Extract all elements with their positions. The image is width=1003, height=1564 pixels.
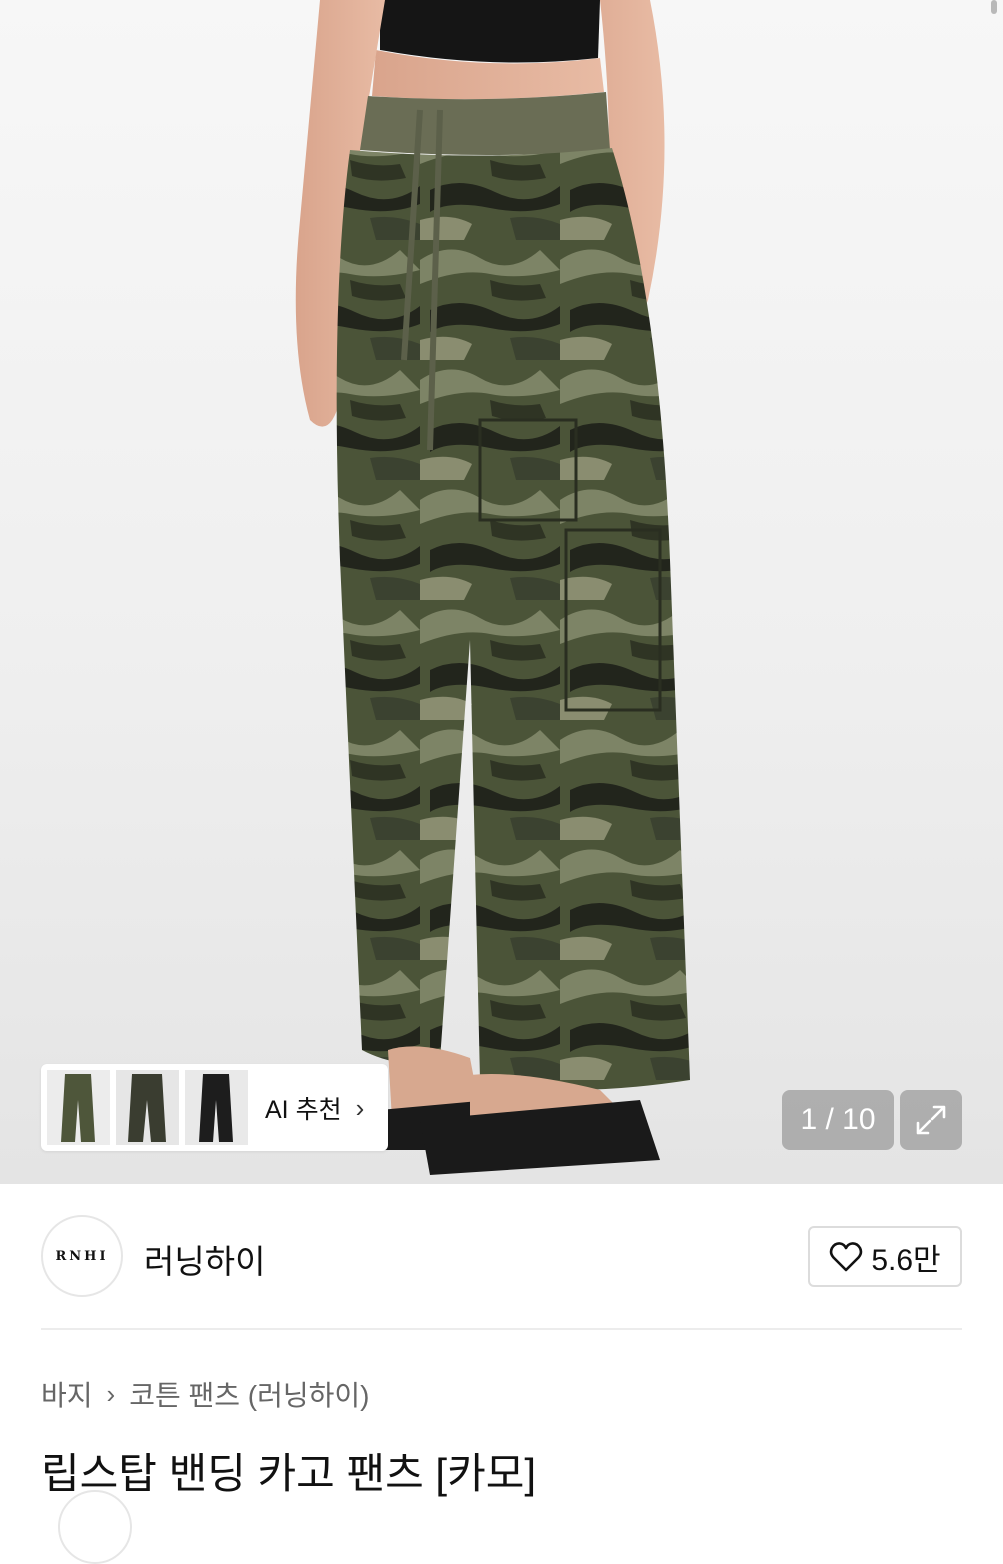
heart-outline-icon [830, 1241, 863, 1271]
product-image-gallery[interactable]: AI 추천 › 1 / 10 [0, 0, 1003, 1184]
ai-recommend-strip[interactable]: AI 추천 › [41, 1064, 388, 1151]
product-title: 립스탑 밴딩 카고 팬츠 [카모] [41, 1450, 537, 1497]
brand-logo[interactable]: RNHI [41, 1215, 123, 1297]
avatar [58, 1490, 132, 1564]
expand-icon [916, 1105, 946, 1135]
product-thumbnail-2[interactable] [116, 1070, 179, 1145]
expand-button[interactable] [900, 1090, 962, 1150]
like-count: 5.6만 [871, 1243, 941, 1277]
brand-name[interactable]: 러닝하이 [144, 1235, 265, 1283]
product-photo [295, 0, 690, 1175]
chevron-right-icon: › [106, 1378, 116, 1409]
scroll-indicator[interactable] [991, 0, 997, 14]
product-thumbnail-3[interactable] [185, 1070, 248, 1145]
image-page-counter: 1 / 10 [782, 1090, 894, 1150]
like-button[interactable]: 5.6만 [808, 1226, 962, 1287]
breadcrumb-item-category[interactable]: 바지 [41, 1374, 93, 1414]
breadcrumb: 바지 › 코튼 팬츠 (러닝하이) [41, 1374, 370, 1414]
breadcrumb-item-subcategory[interactable]: 코튼 팬츠 (러닝하이) [129, 1374, 369, 1414]
chevron-right-icon: › [355, 1092, 365, 1123]
brand-logo-text: RNHI [55, 1248, 109, 1264]
divider [41, 1328, 962, 1330]
product-thumbnail-1[interactable] [47, 1070, 110, 1145]
ai-recommend-label: AI 추천 [265, 1096, 342, 1124]
brand-row: RNHI 러닝하이 5.6만 [41, 1215, 962, 1297]
ai-recommend-link[interactable]: AI 추천 › [265, 1092, 365, 1125]
